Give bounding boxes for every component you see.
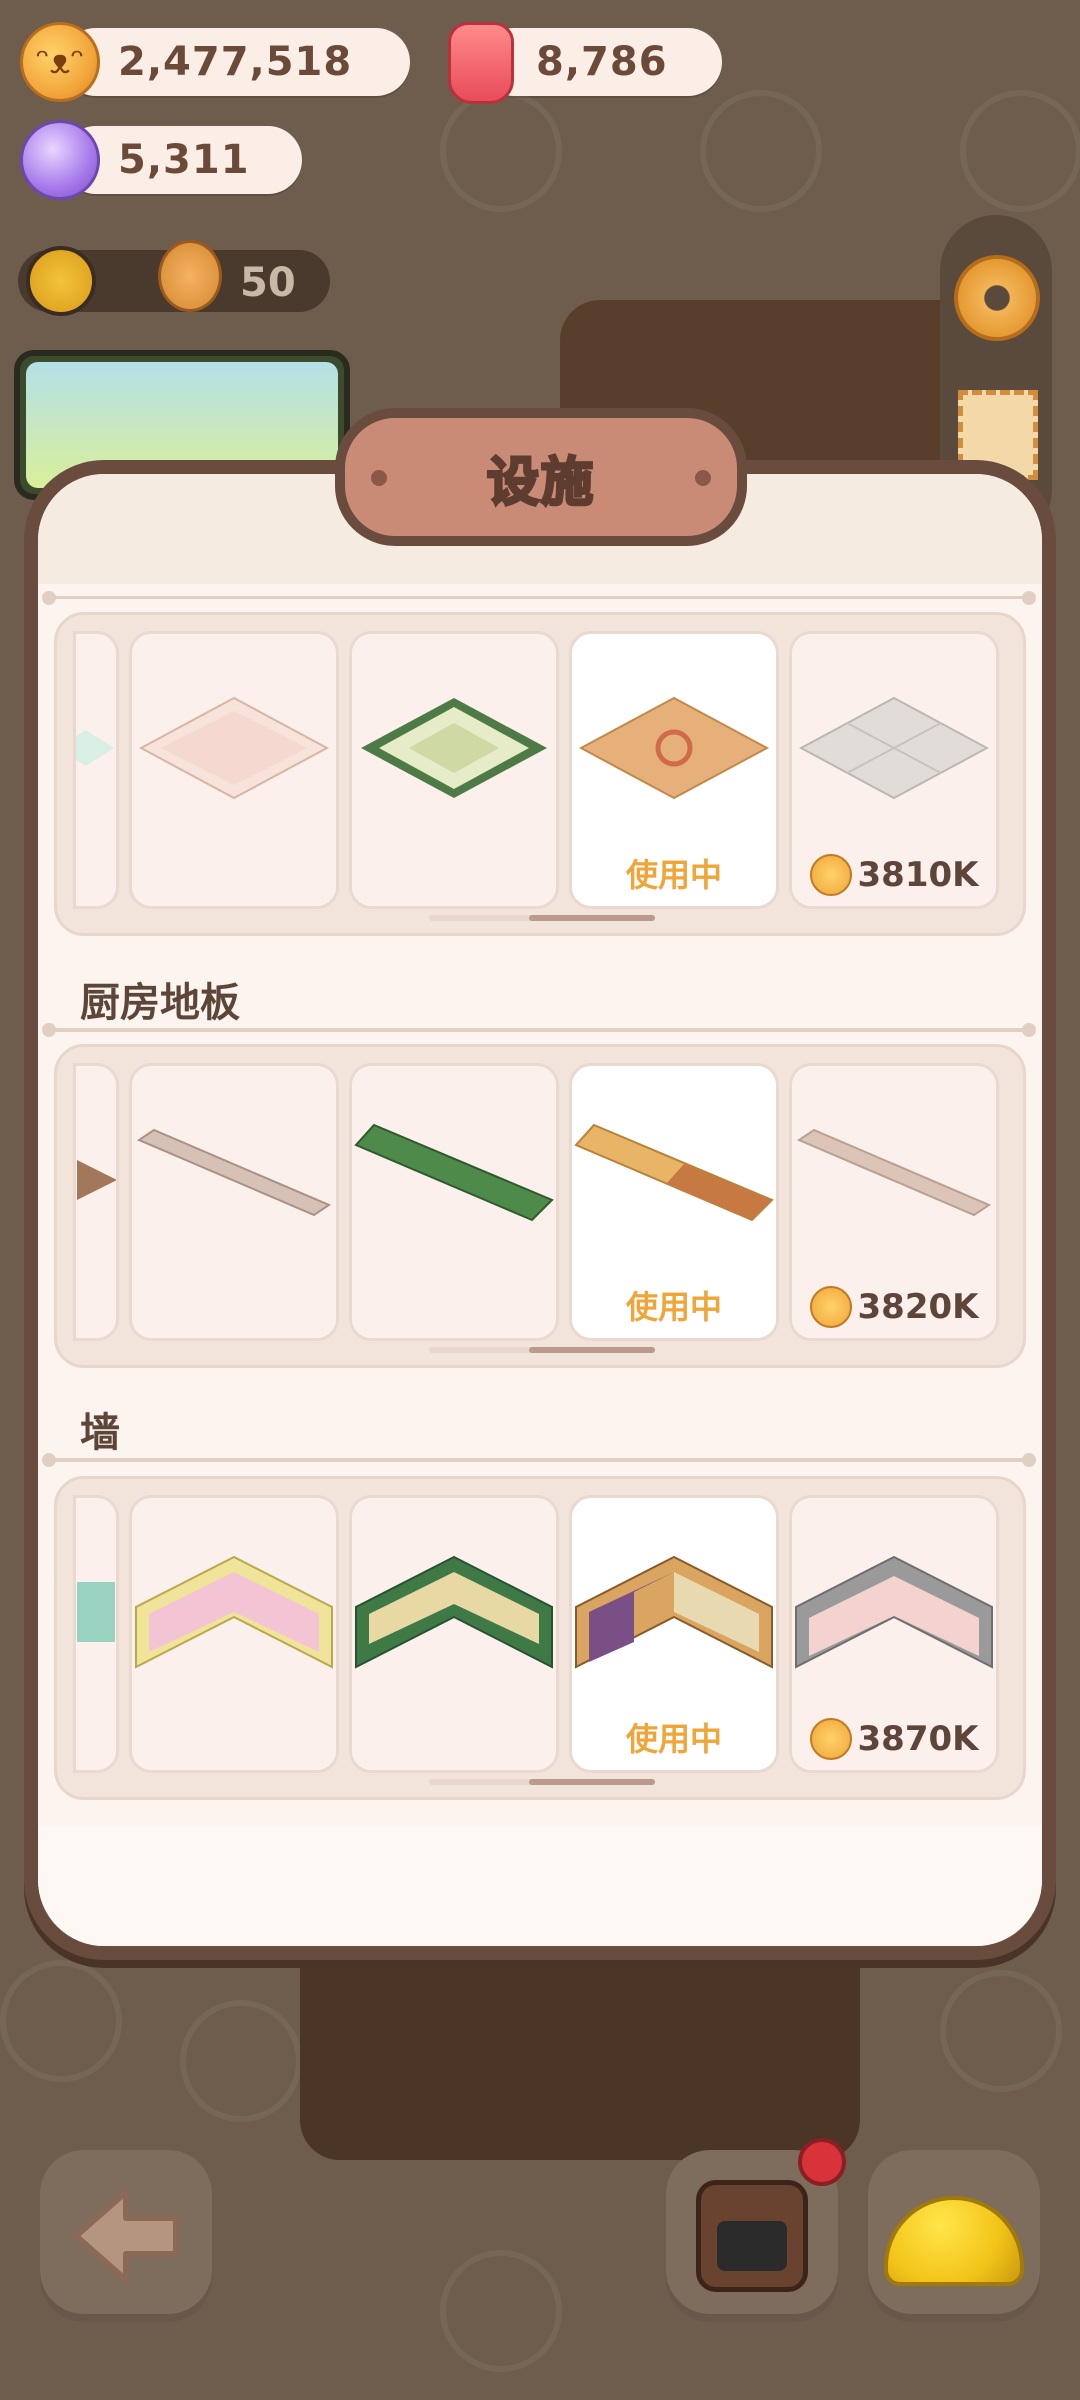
- wood-recycle-floor-preview: [579, 697, 769, 800]
- item-card[interactable]: [349, 1063, 559, 1341]
- scrollbar-thumb[interactable]: [529, 1779, 655, 1785]
- modal-bottom-band: [38, 1826, 1042, 1946]
- cookie-coin-icon: [809, 854, 852, 896]
- item-shelf-floor[interactable]: 使用中 3810K: [54, 612, 1026, 936]
- gear-icon[interactable]: [954, 255, 1040, 341]
- oven-icon: [696, 2180, 808, 2292]
- beige-strip-floor-preview: [136, 1129, 332, 1217]
- back-button[interactable]: [40, 2150, 212, 2322]
- jelly-amount: 8,786: [536, 39, 668, 85]
- coin-amount: 2,477,518: [118, 39, 353, 85]
- in-use-label: 使用中: [625, 1720, 722, 1758]
- item-card[interactable]: [129, 631, 339, 909]
- green-wall-preview: [355, 1556, 553, 1669]
- section-title-wall: 墙: [80, 1410, 120, 1456]
- gray-tile-floor-preview: [799, 697, 989, 800]
- item-shelf-kitchen-floor[interactable]: 使用中 3820K: [54, 1044, 1026, 1368]
- cookie-coin-icon: ᵔᴥᵔ: [20, 22, 100, 102]
- section-divider: [42, 1453, 1036, 1467]
- background-doodle: [960, 90, 1080, 212]
- cookie-head-icon: [158, 240, 222, 312]
- pink-yellow-wall-preview: [135, 1556, 333, 1669]
- price-label: 3870K: [792, 1718, 996, 1760]
- cookie-coin-icon: [809, 1718, 852, 1760]
- back-arrow-icon: [73, 2189, 179, 2283]
- item-card[interactable]: 3810K: [789, 631, 999, 909]
- crystal-amount: 5,311: [118, 137, 250, 183]
- tile-preview: [77, 1160, 116, 1201]
- background-doodle: [700, 90, 822, 212]
- item-card-partial[interactable]: [73, 1063, 119, 1341]
- background-doodle: [940, 1970, 1062, 2092]
- coin-counter: 2,477,518: [62, 28, 410, 96]
- section-title-kitchen-floor: 厨房地板: [80, 980, 240, 1026]
- item-card[interactable]: [129, 1063, 339, 1341]
- scrollbar-thumb[interactable]: [529, 1347, 655, 1353]
- wall-preview: [77, 1582, 115, 1643]
- background-doodle: [180, 2000, 302, 2122]
- item-card-partial[interactable]: [73, 631, 119, 909]
- cookie-coin-icon: [809, 1286, 852, 1328]
- sun-icon: [26, 246, 96, 316]
- green-pattern-floor-preview: [361, 698, 547, 799]
- price-label: 3820K: [792, 1286, 996, 1328]
- build-mode-button[interactable]: [868, 2150, 1040, 2322]
- item-card-partial[interactable]: [73, 1495, 119, 1773]
- crystal-icon: [20, 120, 100, 200]
- oven-window: [717, 2221, 787, 2271]
- purple-shop-wall-preview: [575, 1556, 773, 1669]
- green-grid-floor-preview: [354, 1124, 554, 1222]
- in-use-label: 使用中: [625, 1288, 722, 1326]
- section-divider: [42, 1023, 1036, 1037]
- shelf-scrollbar[interactable]: [429, 1347, 655, 1353]
- tile-preview: [76, 730, 114, 767]
- in-use-label: 使用中: [625, 856, 722, 894]
- modal-title-plate: 设施: [335, 408, 747, 546]
- background-doodle: [0, 1960, 122, 2082]
- item-card[interactable]: [349, 631, 559, 909]
- pink-brick-wall-preview: [795, 1556, 993, 1669]
- pink-floral-floor-preview: [139, 697, 329, 800]
- item-card-in-use[interactable]: 使用中: [569, 1495, 779, 1773]
- jelly-icon: [448, 22, 514, 104]
- background-doodle: [440, 90, 562, 212]
- item-shelf-wall[interactable]: 使用中 3870K: [54, 1476, 1026, 1800]
- light-wood-floor-preview: [796, 1129, 992, 1217]
- scrollbar-thumb[interactable]: [529, 915, 655, 921]
- item-card[interactable]: [129, 1495, 339, 1773]
- plate-rivet: [371, 470, 387, 486]
- item-card[interactable]: 3870K: [789, 1495, 999, 1773]
- shelf-scrollbar[interactable]: [429, 915, 655, 921]
- section-divider: [42, 591, 1036, 605]
- wood-plank-floor-preview: [574, 1124, 774, 1222]
- item-card-in-use[interactable]: 使用中: [569, 631, 779, 909]
- price-value: 3820K: [857, 1287, 979, 1327]
- item-card-in-use[interactable]: 使用中: [569, 1063, 779, 1341]
- level-indicator[interactable]: 50: [18, 240, 330, 316]
- hard-hat-icon: [884, 2196, 1024, 2286]
- notification-badge: [798, 2138, 846, 2186]
- modal-title: 设施: [485, 451, 595, 514]
- item-card[interactable]: [349, 1495, 559, 1773]
- level-count: 50: [240, 260, 296, 306]
- shelf-scrollbar[interactable]: [429, 1779, 655, 1785]
- item-card[interactable]: 3820K: [789, 1063, 999, 1341]
- price-value: 3810K: [857, 855, 979, 895]
- jelly-counter: 8,786: [480, 28, 722, 96]
- price-label: 3810K: [792, 854, 996, 896]
- background-doodle: [440, 2250, 562, 2372]
- price-value: 3870K: [857, 1719, 979, 1759]
- plate-rivet: [695, 470, 711, 486]
